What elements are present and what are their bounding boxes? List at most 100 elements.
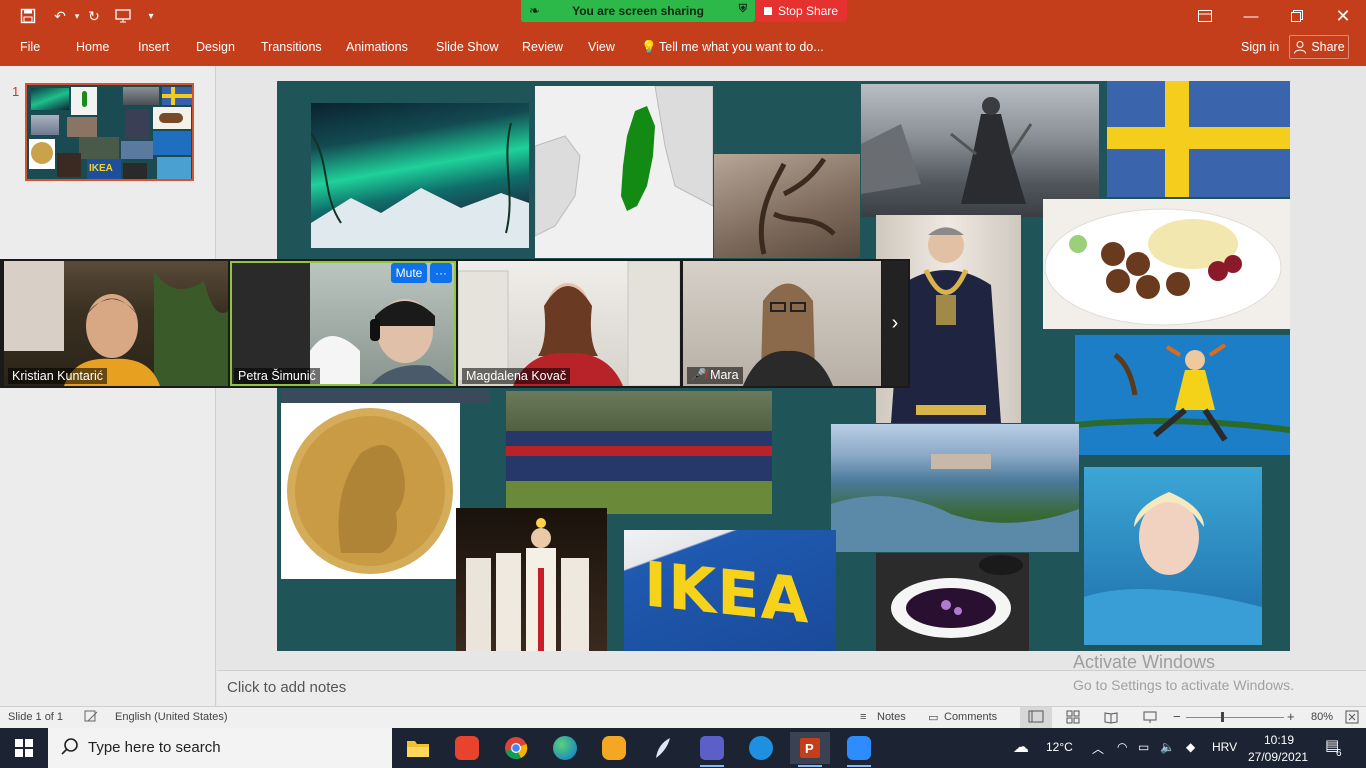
presentation-icon[interactable] xyxy=(113,6,133,26)
volume-icon[interactable]: 🔈 xyxy=(1160,740,1175,754)
tab-view[interactable]: View xyxy=(588,40,615,54)
tab-slide-show[interactable]: Slide Show xyxy=(436,40,499,54)
customize-toolbar-icon[interactable]: ▾ xyxy=(141,6,161,26)
students-photo xyxy=(281,389,490,403)
screenshot-app-icon[interactable] xyxy=(447,732,487,764)
zoom-out-button[interactable]: − xyxy=(1173,709,1181,724)
restore-icon[interactable] xyxy=(1274,0,1320,32)
status-bar: Slide 1 of 1 English (United States) ≡ N… xyxy=(0,706,1366,728)
participant-name-text: Mara xyxy=(710,368,739,382)
sami-group-photo xyxy=(506,391,772,514)
stop-share-button[interactable]: Stop Share xyxy=(755,0,847,22)
swedish-flag xyxy=(1107,81,1290,197)
clock-date[interactable]: 27/09/2021 xyxy=(1248,750,1308,764)
ikea-sign: IKEA xyxy=(624,530,836,651)
minimize-icon[interactable]: — xyxy=(1228,0,1274,32)
thumb-map xyxy=(71,87,97,115)
video-tile[interactable]: Kristian Kuntarić xyxy=(4,261,228,386)
comments-icon[interactable]: ▭ xyxy=(928,711,938,724)
taskbar-search-box[interactable]: Type here to search xyxy=(48,728,392,768)
sign-in-link[interactable]: Sign in xyxy=(1241,40,1279,54)
tell-me-search[interactable]: Tell me what you want to do... xyxy=(659,40,824,54)
tab-transitions[interactable]: Transitions xyxy=(261,40,322,54)
zoom-in-button[interactable]: + xyxy=(1287,709,1295,724)
thumb-aurora xyxy=(31,88,69,110)
lucia-procession xyxy=(456,508,607,651)
close-icon[interactable]: ✕ xyxy=(1320,0,1366,32)
stockholm-photo xyxy=(831,424,1079,552)
show-hidden-icons-chevron-icon[interactable]: ︿ xyxy=(1092,740,1104,757)
zoom-app-icon[interactable] xyxy=(839,732,879,767)
zoom-level[interactable]: 80% xyxy=(1311,711,1333,723)
thumb-reindeer xyxy=(67,117,97,137)
slideshow-view-icon[interactable] xyxy=(1143,710,1157,727)
tab-file[interactable]: File xyxy=(20,40,40,54)
thumb-pippi xyxy=(153,131,191,155)
next-page-chevron-icon[interactable]: › xyxy=(882,261,908,386)
file-explorer-icon[interactable] xyxy=(398,732,438,764)
feather-app-icon[interactable] xyxy=(643,732,683,764)
powerpoint-icon[interactable]: P xyxy=(790,732,830,767)
ribbon-tabs: File Home Insert Design Transitions Anim… xyxy=(0,32,1366,66)
zoom-slider[interactable] xyxy=(1186,717,1284,718)
battery-icon[interactable]: ▭ xyxy=(1138,740,1149,754)
tab-design[interactable]: Design xyxy=(196,40,235,54)
language-indicator[interactable]: English (United States) xyxy=(115,711,228,723)
thumb-lucia xyxy=(57,153,81,177)
stop-share-label: Stop Share xyxy=(777,4,839,18)
reading-view-icon[interactable] xyxy=(1104,710,1118,727)
slide-counter: Slide 1 of 1 xyxy=(8,711,64,723)
mute-participant-button[interactable]: Mute xyxy=(391,263,427,283)
redo-icon[interactable]: ↻ xyxy=(84,6,104,26)
notes-toggle-button[interactable]: Notes xyxy=(877,711,906,723)
video-tile[interactable]: 🎤̸ Mara xyxy=(683,261,881,386)
share-button[interactable]: Share xyxy=(1289,35,1349,59)
more-options-button[interactable]: ··· xyxy=(430,263,452,283)
notes-placeholder[interactable]: Click to add notes xyxy=(227,679,346,696)
activation-watermark-title: Activate Windows xyxy=(1073,652,1216,672)
share-label: Share xyxy=(1311,40,1345,54)
weather-temperature[interactable]: 12°C xyxy=(1046,740,1073,754)
tab-review[interactable]: Review xyxy=(522,40,563,54)
windows-start-icon[interactable] xyxy=(4,732,44,764)
activation-watermark-subtitle: Go to Settings to activate Windows. xyxy=(1073,677,1294,693)
weather-cloud-icon[interactable]: ☁ xyxy=(1013,737,1029,757)
singer-portrait xyxy=(1084,467,1262,645)
thumb-meatballs xyxy=(153,107,191,129)
screen-sharing-indicator[interactable]: ❧ You are screen sharing ⛨ xyxy=(521,0,755,22)
brave-browser-icon[interactable] xyxy=(594,732,634,764)
video-tile[interactable]: Magdalena Kovač xyxy=(458,261,680,386)
lightbulb-icon: 💡 xyxy=(641,40,657,54)
normal-view-icon[interactable] xyxy=(1020,707,1052,728)
zoom-leaf-icon: ❧ xyxy=(529,3,540,18)
blueberry-soup-photo xyxy=(876,553,1029,651)
zoom-slider-thumb[interactable] xyxy=(1221,712,1224,722)
vikings-artwork xyxy=(861,84,1099,217)
tab-animations[interactable]: Animations xyxy=(346,40,408,54)
reindeer-photo xyxy=(714,154,860,258)
comments-button[interactable]: Comments xyxy=(944,711,997,723)
input-language[interactable]: HRV xyxy=(1212,740,1237,754)
muted-mic-icon: 🎤̸ xyxy=(691,368,707,382)
fit-to-window-icon[interactable] xyxy=(1345,710,1359,727)
clock-time[interactable]: 10:19 xyxy=(1264,733,1294,747)
title-bar: ↶ ▾ ↻ ▾ ❧ You are screen sharing ⛨ Stop … xyxy=(0,0,1366,32)
dropbox-icon[interactable]: ◆ xyxy=(1186,740,1195,754)
vpn-app-icon[interactable] xyxy=(741,732,781,764)
ribbon-display-icon[interactable] xyxy=(1182,0,1228,32)
thumb-singer xyxy=(157,157,191,179)
chrome-icon[interactable] xyxy=(496,732,536,764)
spelling-check-icon[interactable] xyxy=(84,709,98,726)
tab-insert[interactable]: Insert xyxy=(138,40,169,54)
stop-icon xyxy=(763,7,772,15)
slide-thumbnail[interactable]: IKEA xyxy=(25,83,194,181)
slide-sorter-icon[interactable] xyxy=(1066,710,1080,727)
edge-icon[interactable] xyxy=(545,732,585,764)
save-icon[interactable] xyxy=(18,6,38,26)
notes-toggle-icon[interactable]: ≡ xyxy=(860,711,866,723)
zoom-video-strip: Kristian Kuntarić Petra Šimunić Magdalen… xyxy=(0,259,910,388)
teams-icon[interactable] xyxy=(692,732,732,767)
wifi-icon[interactable]: ◠ xyxy=(1117,740,1127,754)
tab-home[interactable]: Home xyxy=(76,40,109,54)
participant-name: Magdalena Kovač xyxy=(462,368,571,384)
